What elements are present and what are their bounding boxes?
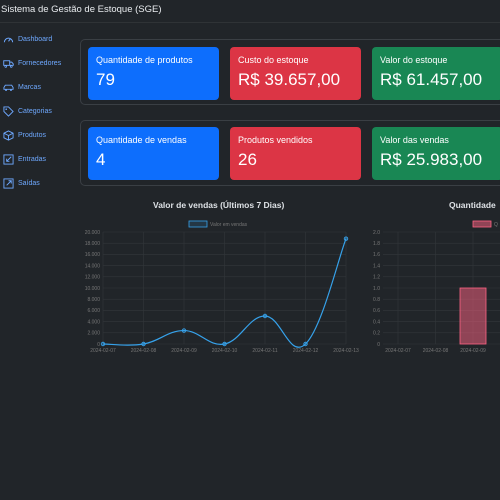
sales-value-line-chart[interactable]: 0 2.000 4.000 6.000 8.000 10.000 12.000 14.000 1… xyxy=(80,215,365,360)
sidebar-item-saidas[interactable]: Saídas xyxy=(3,174,77,192)
chart-title-sales-quantity: Quantidade xyxy=(449,200,496,210)
card-value: 79 xyxy=(96,70,115,89)
y-tick-label: 12.000 xyxy=(85,275,101,281)
car-icon xyxy=(3,82,14,93)
card-value: R$ 25.983,00 xyxy=(380,150,483,169)
card-title: Produtos vendidos xyxy=(238,135,313,145)
x-tick-label: 2024-02-12 xyxy=(293,348,319,354)
legend-swatch xyxy=(472,220,492,228)
data-point xyxy=(222,341,227,347)
arrow-in-icon xyxy=(3,153,14,165)
y-tick-label: 10.000 xyxy=(85,286,101,292)
x-tick-label: 2024-02-09 xyxy=(171,348,197,354)
chart-title-sales-value: Valor de vendas (Últimos 7 Dias) xyxy=(153,200,285,210)
card-custo-estoque: Custo do estoque R$ 39.657,00 xyxy=(230,47,361,100)
sales-quantity-bar-chart[interactable]: 0 0.2 0.4 0.6 0.8 1.0 1.2 1.4 1.6 1.8 2.0 2024-02-0… xyxy=(365,215,500,360)
y-tick-label: 0 xyxy=(97,342,100,348)
y-tick-label: 0 xyxy=(377,342,380,348)
arrow-out-icon xyxy=(3,177,14,189)
navbar: Sistema de Gestão de Estoque (SGE) xyxy=(0,0,500,23)
x-tick-label: 2024-02-09 xyxy=(460,348,486,354)
y-tick-label: 18.000 xyxy=(85,241,101,247)
sidebar-item-marcas[interactable]: Marcas xyxy=(3,78,77,96)
sidebar-item-label: Marcas xyxy=(18,83,41,91)
box-icon xyxy=(3,129,14,141)
cards-row-2: Quantidade de vendas 4 Produtos vendidos… xyxy=(80,120,500,186)
card-quantidade-vendas: Quantidade de vendas 4 xyxy=(88,127,219,180)
sidebar-item-label: Categorias xyxy=(18,107,52,115)
card-title: Valor das vendas xyxy=(380,135,449,145)
y-tick-label: 1.0 xyxy=(373,286,380,292)
y-tick-label: 8.000 xyxy=(87,297,100,303)
sidebar-item-fornecedores[interactable]: Fornecedores xyxy=(3,54,77,72)
card-produtos-vendidos: Produtos vendidos 26 xyxy=(230,127,361,180)
y-tick-label: 1.2 xyxy=(373,275,380,281)
sidebar-item-label: Dashboard xyxy=(18,35,53,43)
sidebar: Dashboard Fornecedores Marcas Categorias… xyxy=(0,22,80,500)
card-value: R$ 61.457,00 xyxy=(380,70,483,89)
app-title[interactable]: Sistema de Gestão de Estoque (SGE) xyxy=(1,4,162,15)
card-value: R$ 39.657,00 xyxy=(238,70,341,89)
data-point xyxy=(181,328,187,333)
sidebar-item-entradas[interactable]: Entradas xyxy=(3,150,77,168)
x-tick-label: 2024-02-07 xyxy=(385,348,411,354)
legend-label: Valor em vendas xyxy=(210,222,248,228)
y-tick-label: 0.2 xyxy=(373,331,380,337)
data-point xyxy=(141,341,146,347)
y-tick-label: 0.4 xyxy=(373,319,380,325)
card-title: Custo do estoque xyxy=(238,55,309,65)
sidebar-item-dashboard[interactable]: Dashboard xyxy=(3,30,77,48)
truck-icon xyxy=(3,58,14,69)
y-tick-label: 16.000 xyxy=(85,252,101,258)
y-tick-label: 0.8 xyxy=(373,297,380,303)
data-point xyxy=(100,341,106,347)
data-point xyxy=(262,313,268,319)
legend-label: Q xyxy=(494,222,498,228)
y-tick-label: 1.6 xyxy=(373,252,380,258)
sidebar-item-categorias[interactable]: Categorias xyxy=(3,102,77,120)
sidebar-item-label: Fornecedores xyxy=(18,59,62,67)
y-tick-label: 14.000 xyxy=(85,263,101,269)
y-tick-label: 0.6 xyxy=(373,308,380,314)
sidebar-item-label: Entradas xyxy=(18,155,47,163)
card-title: Valor do estoque xyxy=(380,55,448,65)
legend-swatch xyxy=(188,220,208,228)
card-valor-vendas: Valor das vendas R$ 25.983,00 xyxy=(372,127,500,180)
cards-row-1: Quantidade de produtos 79 Custo do estoq… xyxy=(80,39,500,105)
card-valor-estoque: Valor do estoque R$ 61.457,00 xyxy=(372,47,500,100)
card-title: Quantidade de vendas xyxy=(96,135,187,145)
y-tick-label: 2.0 xyxy=(373,230,380,236)
x-tick-label: 2024-02-11 xyxy=(252,348,277,354)
x-tick-label: 2024-02-08 xyxy=(131,348,157,354)
y-tick-label: 4.000 xyxy=(87,319,100,325)
sidebar-item-label: Saídas xyxy=(18,179,40,187)
y-tick-label: 1.8 xyxy=(373,241,380,247)
y-tick-label: 1.4 xyxy=(373,263,380,269)
card-value: 26 xyxy=(238,150,257,169)
card-value: 4 xyxy=(96,150,106,169)
y-tick-label: 6.000 xyxy=(87,308,100,314)
speedometer-icon xyxy=(3,34,14,45)
x-tick-label: 2024-02-07 xyxy=(90,348,116,354)
y-tick-label: 20.000 xyxy=(85,230,101,236)
card-quantidade-produtos: Quantidade de produtos 79 xyxy=(88,47,219,100)
card-title: Quantidade de produtos xyxy=(96,55,193,65)
x-tick-label: 2024-02-08 xyxy=(423,348,449,354)
data-point xyxy=(303,341,308,347)
x-tick-label: 2024-02-13 xyxy=(333,348,359,354)
sidebar-item-label: Produtos xyxy=(18,131,47,139)
y-tick-label: 2.000 xyxy=(87,331,100,337)
sidebar-item-produtos[interactable]: Produtos xyxy=(3,126,77,144)
data-point xyxy=(343,236,349,241)
tag-icon xyxy=(3,105,14,117)
x-tick-label: 2024-02-10 xyxy=(212,348,238,354)
bar xyxy=(459,287,487,345)
